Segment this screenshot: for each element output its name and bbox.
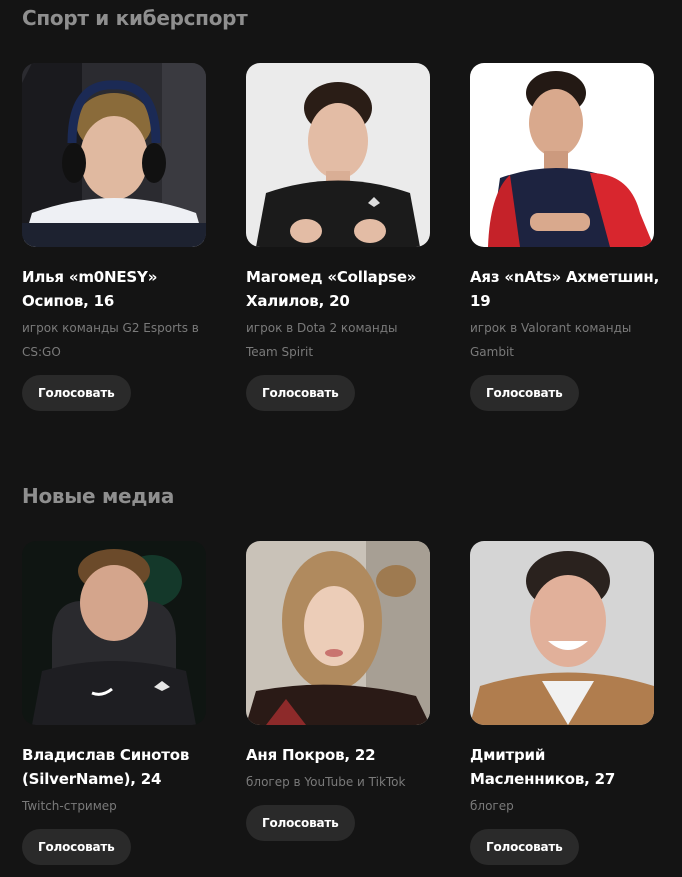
nominee-description: игрок в Valorant команды Gambit [470, 321, 632, 359]
section-title-media: Новые медиа [22, 484, 175, 508]
nominee-description: блогер в YouTube и TikTok [246, 775, 406, 789]
nominee-description: игрок в Dota 2 команды Team Spirit [246, 321, 398, 359]
nominee-photo [22, 541, 206, 725]
nominee-name: Магомед «Collapse» Халилов, 20 [246, 268, 417, 310]
nominee-card: Аяз «nAts» Ахметшин, 19 игрок в Valorant… [470, 63, 670, 411]
vote-button[interactable]: Голосовать [470, 829, 579, 865]
nominee-card: Магомед «Collapse» Халилов, 20 игрок в D… [246, 63, 446, 411]
vote-button[interactable]: Голосовать [22, 829, 131, 865]
vote-button[interactable]: Голосовать [470, 375, 579, 411]
nominee-card: Илья «m0NESY» Осипов, 16 игрок команды G… [22, 63, 222, 411]
vote-button[interactable]: Голосовать [22, 375, 131, 411]
nominee-name: Дмитрий Масленников, 27 [470, 746, 616, 788]
nominee-description: блогер [470, 799, 514, 813]
nominee-name: Аяз «nAts» Ахметшин, 19 [470, 268, 660, 310]
nominee-card: Владислав Синотов (SilverName), 24 Twitc… [22, 541, 222, 865]
nominee-card: Дмитрий Масленников, 27 блогер Голосоват… [470, 541, 670, 865]
nominee-photo [470, 63, 654, 247]
nominee-name: Аня Покров, 22 [246, 746, 376, 764]
nominee-photo [470, 541, 654, 725]
nominee-photo [246, 541, 430, 725]
nominee-photo [22, 63, 206, 247]
section-title-sport: Спорт и киберспорт [22, 6, 248, 30]
nominee-name: Илья «m0NESY» Осипов, 16 [22, 268, 158, 310]
vote-button[interactable]: Голосовать [246, 805, 355, 841]
nominee-card: Аня Покров, 22 блогер в YouTube и TikTok… [246, 541, 446, 841]
nominee-description: Twitch-стример [22, 799, 117, 813]
vote-button[interactable]: Голосовать [246, 375, 355, 411]
nominee-photo [246, 63, 430, 247]
nominee-name: Владислав Синотов (SilverName), 24 [22, 746, 190, 788]
nominee-description: игрок команды G2 Esports в CS:GO [22, 321, 199, 359]
